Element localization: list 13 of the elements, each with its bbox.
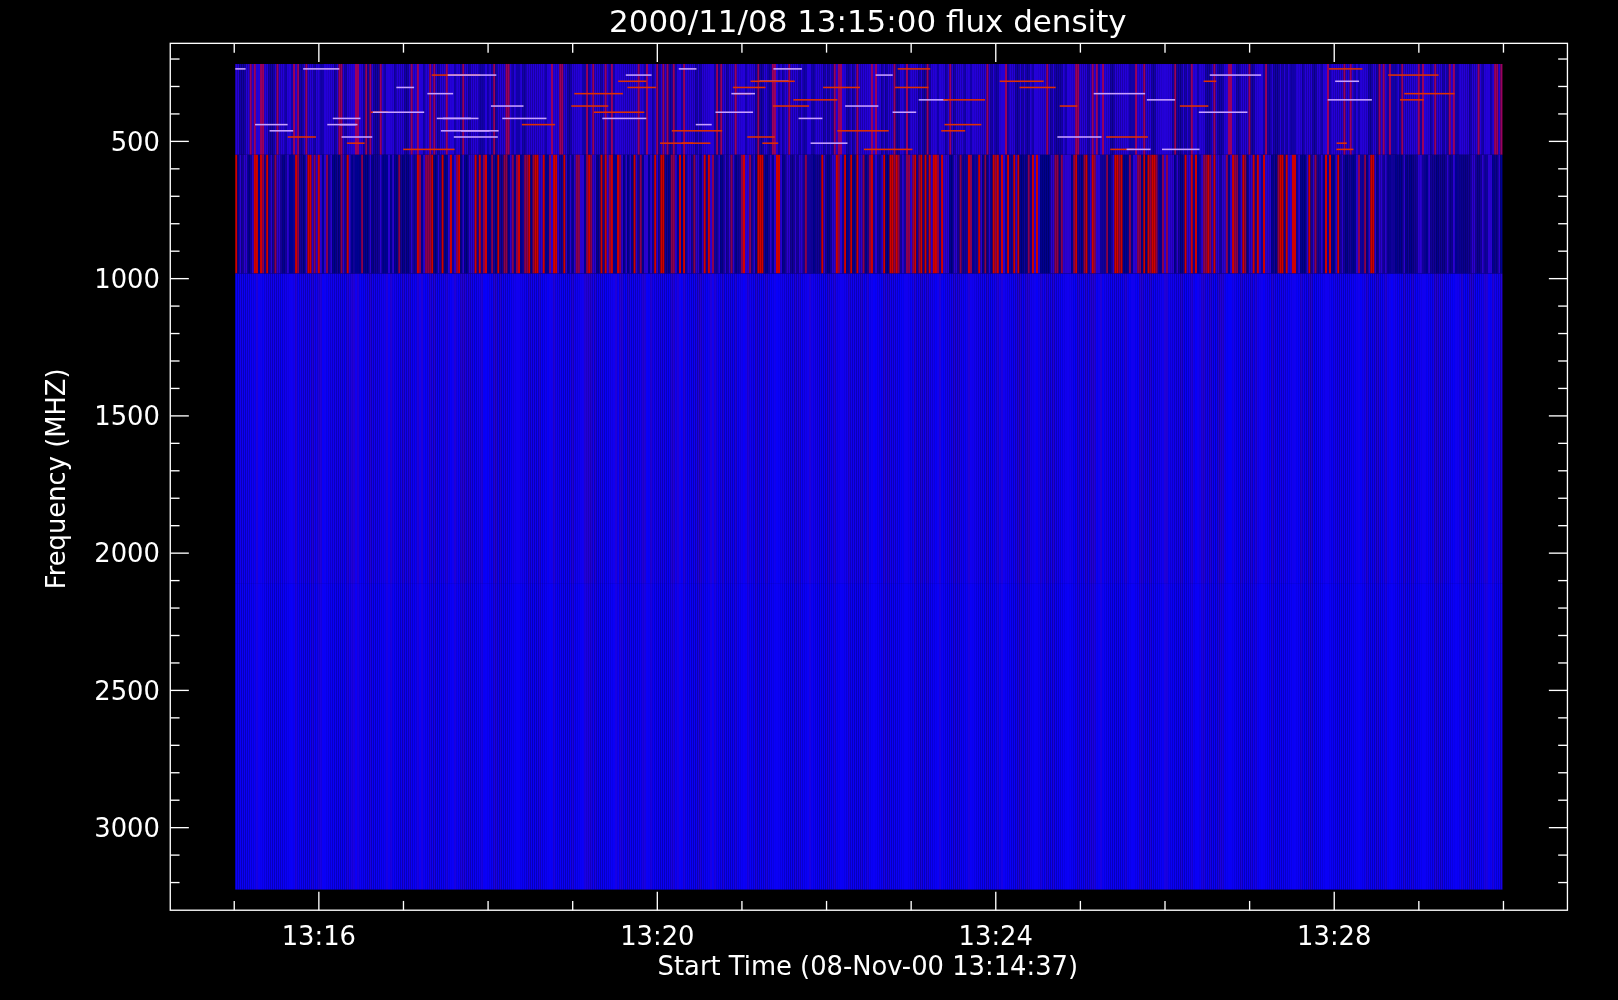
x-axis-label: Start Time (08-Nov-00 13:14:37) [657,951,1078,982]
y-tick-label: 2000 [94,538,160,569]
y-tick-label: 3000 [94,812,160,843]
y-tick-label: 500 [110,126,160,157]
x-tick-label: 13:20 [620,921,695,952]
y-tick-label: 1000 [94,263,160,294]
x-tick-label: 13:16 [281,921,356,952]
chart-title: 2000/11/08 13:15:00 flux density [609,3,1127,39]
y-axis-label: Frequency (MHZ) [41,368,71,590]
x-tick-label: 13:24 [958,921,1033,952]
y-tick-label: 2500 [94,675,160,706]
x-tick-label: 13:28 [1297,921,1372,952]
y-tick-label: 1500 [94,401,160,432]
